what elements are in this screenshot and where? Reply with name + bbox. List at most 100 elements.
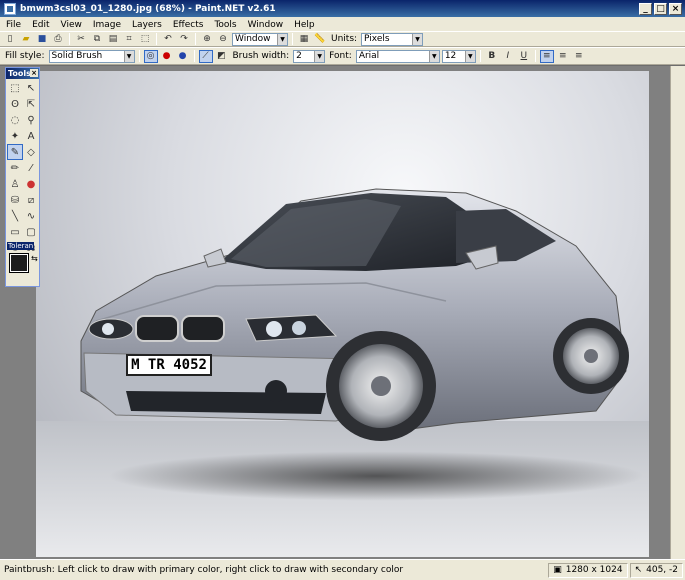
align-left-icon[interactable]: ≡ [539, 49, 554, 63]
toolbar-separator [69, 33, 70, 45]
close-icon[interactable]: × [30, 69, 38, 77]
menu-edit[interactable]: Edit [32, 20, 49, 30]
status-bar: Paintbrush: Left click to draw with prim… [0, 559, 685, 580]
font-size-value: 12 [444, 51, 457, 61]
cursor-position-text: 405, -2 [646, 565, 678, 575]
vertical-scrollbar[interactable] [670, 66, 685, 560]
clone-stamp-icon[interactable]: ♙ [7, 176, 23, 192]
save-disk-icon[interactable]: ■ [35, 33, 49, 46]
fill-style-label: Fill style: [5, 51, 45, 61]
menu-layers[interactable]: Layers [132, 20, 162, 30]
zoom-in-icon[interactable]: ⊕ [200, 33, 214, 46]
tools-window-title[interactable]: Tools × [6, 68, 39, 79]
menu-window[interactable]: Window [248, 20, 284, 30]
eraser-icon[interactable]: ◇ [23, 144, 39, 160]
antialias-on-icon[interactable]: ⟋ [198, 49, 213, 63]
rectangle-icon[interactable]: ▭ [7, 224, 23, 240]
crop-icon[interactable]: ⌗ [122, 33, 136, 46]
units-label: Units: [331, 34, 358, 44]
text-icon[interactable]: A [23, 128, 39, 144]
canvas-workspace: M TR 4052 [0, 65, 685, 560]
chevron-down-icon: ▼ [123, 50, 134, 62]
underline-button[interactable]: U [517, 50, 531, 63]
paste-icon[interactable]: ▤ [106, 33, 120, 46]
license-plate-text: M TR 4052 [131, 357, 207, 373]
image-size-cell: ▣ 1280 x 1024 [548, 562, 628, 578]
menu-view[interactable]: View [61, 20, 82, 30]
font-select[interactable]: Arial ▼ [355, 49, 440, 63]
copy-icon[interactable]: ⧉ [90, 33, 104, 46]
license-plate: M TR 4052 [126, 354, 212, 376]
ellipse-select-icon[interactable]: ◌ [7, 112, 23, 128]
toolbar-separator [479, 50, 481, 62]
image-canvas[interactable]: M TR 4052 [36, 71, 649, 557]
color-picker-icon[interactable]: ⁄ [23, 160, 39, 176]
zoom-mode-select[interactable]: Window ▼ [232, 32, 288, 46]
brush-width-select[interactable]: 2 ▼ [293, 49, 326, 63]
freeform-shape-icon[interactable]: ∿ [23, 208, 39, 224]
toolbar-separator [195, 33, 196, 45]
paint-bucket-icon[interactable]: ⛁ [7, 192, 23, 208]
paintbrush-icon[interactable]: ✎ [7, 144, 23, 160]
recolor-icon[interactable]: ● [23, 176, 39, 192]
image-size-icon: ▣ [553, 565, 562, 575]
line-icon[interactable]: ╲ [7, 208, 23, 224]
zoom-icon[interactable]: ⚲ [23, 112, 39, 128]
primary-color-swatch[interactable] [9, 253, 29, 273]
tolerance-tooltip: Toleran [7, 242, 35, 250]
menu-tools[interactable]: Tools [214, 20, 236, 30]
window-title: bmwm3csl03_01_1280.jpg (68%) - Paint.NET… [20, 3, 276, 14]
toolbar-separator [534, 50, 536, 62]
swap-colors-icon[interactable]: ⇆ [31, 254, 38, 263]
tools-window: Tools × ⬚ ↖ ʘ ⇱ ◌ ⚲ ✦ A ✎ ◇ ✏ ⁄ ♙ ● ⛁ ⧄ … [5, 67, 40, 287]
lasso-select-icon[interactable]: ʘ [7, 96, 23, 112]
tool-options-bar: Fill style: Solid Brush ▼ ◎ ● ● ⟋ ◩ Brus… [0, 47, 685, 65]
pencil-icon[interactable]: ✏ [7, 160, 23, 176]
cut-icon[interactable]: ✂ [74, 33, 88, 46]
brush-width-value: 2 [296, 51, 302, 61]
magic-wand-icon[interactable]: ✦ [7, 128, 23, 144]
antialias-off-icon[interactable]: ◩ [215, 50, 229, 63]
rectangle-select-icon[interactable]: ⬚ [7, 80, 23, 96]
main-toolbar: ▯ ▰ ■ ⎙ ✂ ⧉ ▤ ⌗ ⬚ ↶ ↷ ⊕ ⊖ Window ▼ ▦ 📏 U… [0, 31, 685, 47]
close-button[interactable]: × [669, 2, 682, 15]
new-file-icon[interactable]: ▯ [3, 33, 17, 46]
redo-icon[interactable]: ↷ [177, 33, 191, 46]
units-select[interactable]: Pixels ▼ [361, 32, 424, 46]
align-center-icon[interactable]: ≡ [556, 50, 570, 63]
draw-shape-outline-icon[interactable]: ◎ [143, 49, 158, 63]
toolbar-separator [138, 50, 140, 62]
chevron-down-icon: ▼ [412, 33, 423, 45]
font-label: Font: [329, 51, 352, 61]
rounded-rectangle-icon[interactable]: ▢ [23, 224, 39, 240]
open-folder-icon[interactable]: ▰ [19, 33, 33, 46]
cursor-position-icon: ↖ [634, 565, 643, 575]
grid-icon[interactable]: ▦ [297, 33, 311, 46]
align-right-icon[interactable]: ≡ [572, 50, 586, 63]
menu-image[interactable]: Image [93, 20, 121, 30]
menu-effects[interactable]: Effects [173, 20, 204, 30]
gradient-icon[interactable]: ⧄ [23, 192, 39, 208]
image-size-text: 1280 x 1024 [565, 565, 623, 575]
move-selection-icon[interactable]: ↖ [23, 80, 39, 96]
draw-filled-shape-icon[interactable]: ● [160, 50, 174, 63]
fill-style-value: Solid Brush [51, 51, 103, 61]
deselect-icon[interactable]: ⬚ [138, 33, 152, 46]
undo-icon[interactable]: ↶ [161, 33, 175, 46]
ruler-icon[interactable]: 📏 [313, 33, 327, 46]
fill-style-select[interactable]: Solid Brush ▼ [48, 49, 135, 63]
zoom-out-icon[interactable]: ⊖ [216, 33, 230, 46]
status-message: Paintbrush: Left click to draw with prim… [4, 565, 404, 575]
draw-filled-outline-icon[interactable]: ● [176, 50, 190, 63]
font-value: Arial [358, 51, 380, 61]
menu-help[interactable]: Help [294, 20, 315, 30]
bold-button[interactable]: B [485, 50, 499, 63]
menu-file[interactable]: File [6, 20, 21, 30]
move-selected-icon[interactable]: ⇱ [23, 96, 39, 112]
maximize-button[interactable]: □ [654, 2, 667, 15]
print-icon[interactable]: ⎙ [51, 33, 65, 46]
italic-button[interactable]: I [501, 50, 515, 63]
minimize-button[interactable]: _ [639, 2, 652, 15]
units-value: Pixels [364, 34, 390, 44]
font-size-select[interactable]: 12 ▼ [441, 49, 476, 63]
